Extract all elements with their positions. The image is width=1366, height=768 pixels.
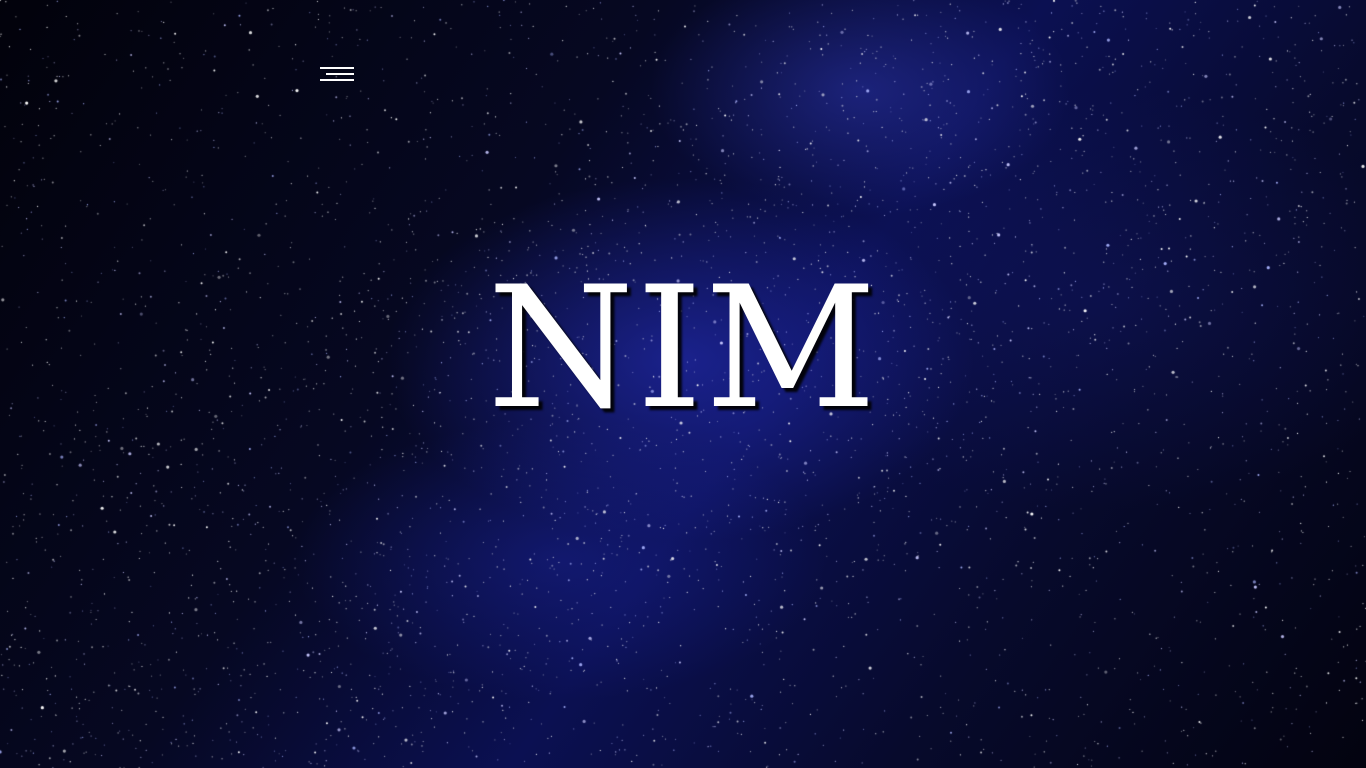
- menu-line: [320, 79, 354, 81]
- hero-title: NIM: [487, 250, 879, 446]
- menu-line: [326, 73, 354, 75]
- starfield-background: NIM: [0, 0, 1366, 768]
- hamburger-menu-icon[interactable]: [318, 64, 356, 84]
- menu-line: [320, 67, 354, 69]
